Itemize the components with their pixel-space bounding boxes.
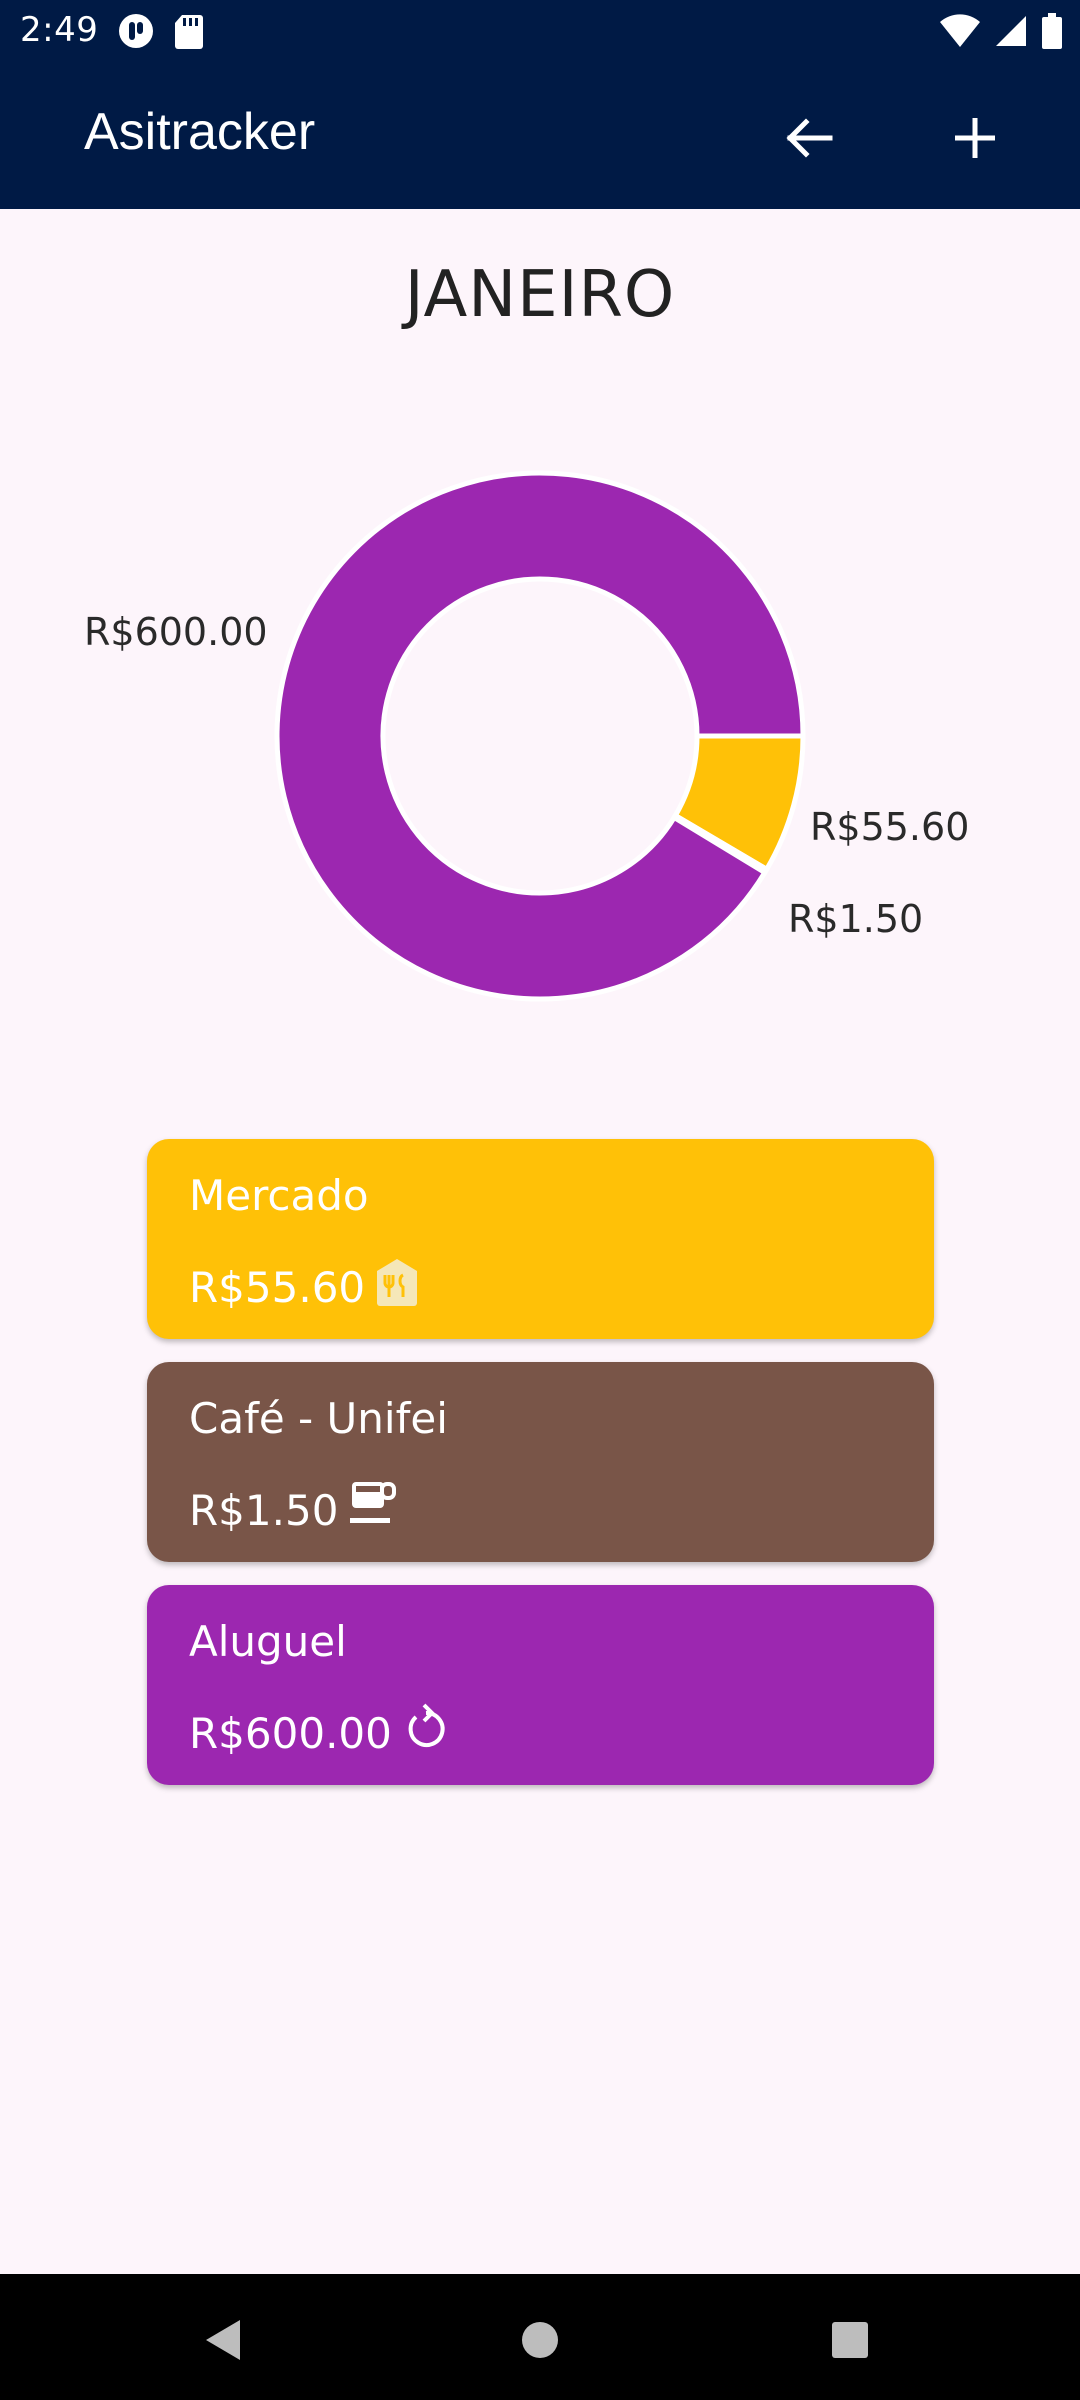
recents-square-icon [820, 2322, 880, 2374]
expense-list: Mercado R$55.60 Café - Unifei R$1.50 Alu… [147, 1139, 934, 1808]
back-button[interactable] [768, 100, 848, 180]
chart-label-mercado: R$55.60 [810, 805, 970, 849]
wifi-icon [940, 14, 980, 52]
nav-recents-button[interactable] [820, 2310, 880, 2370]
expense-title: Café - Unifei [189, 1394, 448, 1443]
status-time: 2:49 [20, 10, 99, 50]
expense-chart: R$600.00 R$55.60 R$1.50 [0, 420, 1080, 1040]
app-bar: Asitracker [0, 66, 1080, 209]
recurring-icon [402, 1703, 450, 1763]
expense-amount: R$600.00 [189, 1708, 392, 1758]
signal-icon [994, 14, 1028, 52]
battery-icon [1042, 13, 1062, 53]
arrow-left-icon [782, 112, 834, 168]
expense-amount: R$1.50 [189, 1485, 339, 1535]
home-circle-icon [510, 2322, 570, 2374]
expense-amount: R$55.60 [189, 1262, 366, 1312]
chart-label-cafe: R$1.50 [788, 897, 924, 941]
month-title: JANEIRO [404, 258, 676, 332]
app-notification-icon [118, 13, 154, 53]
coffee-icon [348, 1480, 398, 1540]
restaurant-icon [375, 1257, 419, 1317]
expense-card-aluguel[interactable]: Aluguel R$600.00 [147, 1585, 934, 1785]
expense-title: Aluguel [189, 1617, 347, 1666]
donut-chart [274, 470, 806, 1002]
status-bar: 2:49 [0, 0, 1080, 66]
expense-card-mercado[interactable]: Mercado R$55.60 [147, 1139, 934, 1339]
chart-label-aluguel: R$600.00 [84, 610, 268, 654]
nav-back-button[interactable] [196, 2310, 256, 2370]
back-triangle-icon [196, 2320, 246, 2374]
app-title: Asitracker [84, 103, 316, 161]
donut-slice-aluguel [274, 470, 806, 1002]
expense-title: Mercado [189, 1171, 369, 1220]
nav-home-button[interactable] [510, 2310, 570, 2370]
add-button[interactable] [935, 100, 1015, 180]
system-nav-bar [0, 2274, 1080, 2400]
expense-card-cafe[interactable]: Café - Unifei R$1.50 [147, 1362, 934, 1562]
plus-icon [953, 116, 997, 164]
sd-card-icon [174, 13, 204, 53]
